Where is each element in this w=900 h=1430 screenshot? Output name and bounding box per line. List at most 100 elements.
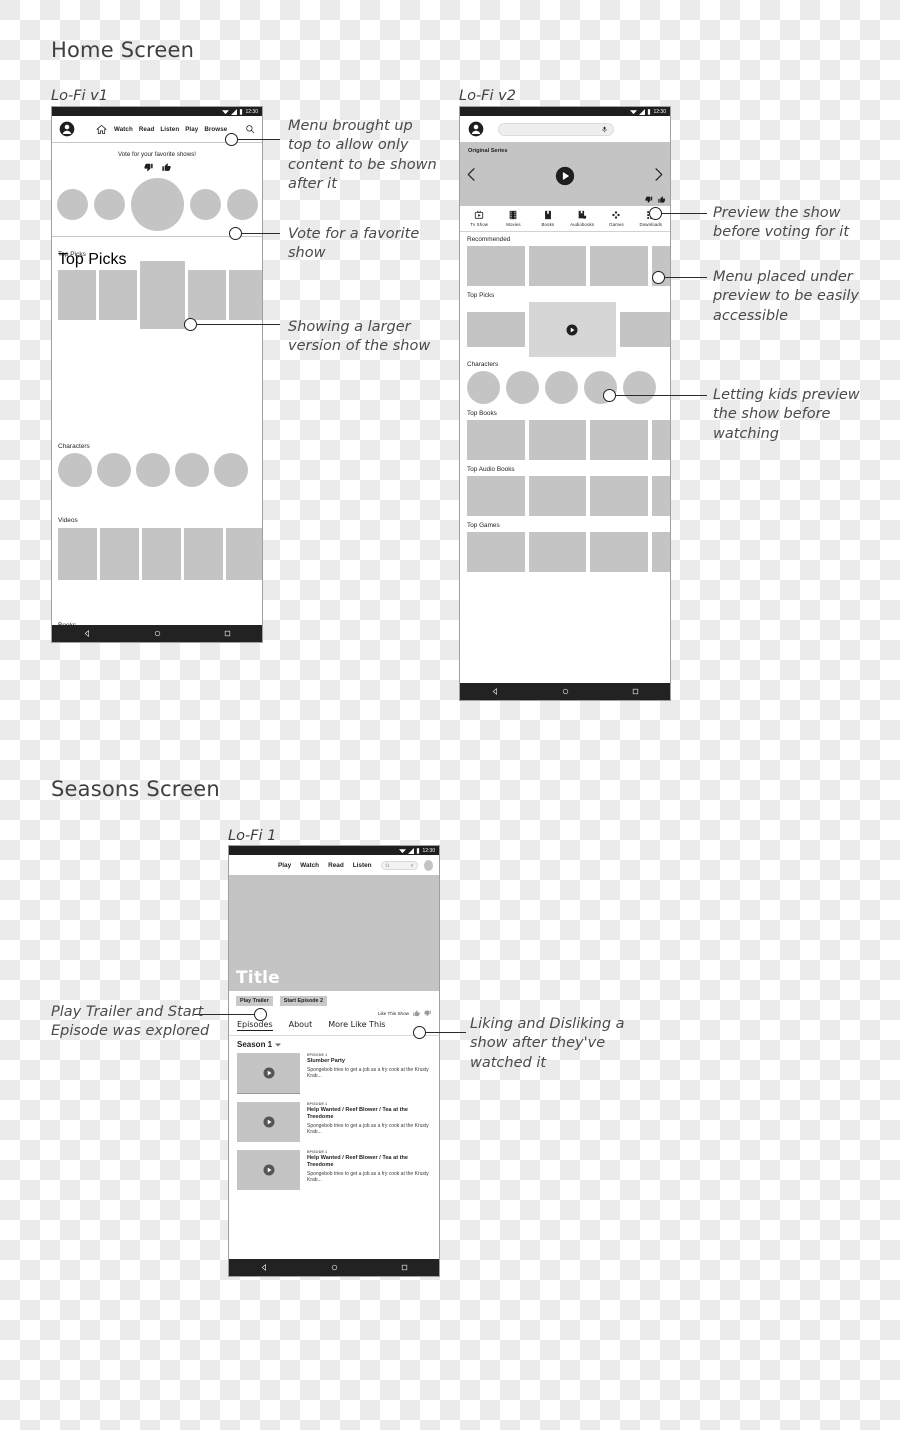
list-item[interactable]: EPISODE 1 Slumber Party Spongebob tries … (237, 1053, 433, 1094)
vote-show-circle[interactable] (189, 189, 221, 220)
content-card[interactable] (229, 270, 262, 320)
category-audiobooks[interactable]: Audiobooks (565, 210, 599, 227)
vote-show-circle-featured[interactable] (130, 178, 184, 231)
chevron-right-icon[interactable] (653, 168, 664, 181)
thumb-down-icon[interactable] (645, 196, 653, 204)
thumb-down-icon[interactable] (143, 163, 153, 172)
episode-thumbnail[interactable] (237, 1102, 300, 1142)
character-circle[interactable] (506, 371, 539, 404)
back-icon[interactable] (84, 630, 91, 637)
back-icon[interactable] (261, 1264, 268, 1271)
game-card[interactable] (651, 532, 670, 572)
microphone-icon[interactable] (601, 126, 608, 133)
vote-show-circle[interactable] (93, 189, 125, 220)
character-circle[interactable] (136, 453, 170, 487)
nav-link-read[interactable]: Read (139, 126, 155, 133)
recents-square-icon[interactable] (224, 630, 231, 637)
thumb-down-icon[interactable] (424, 1010, 431, 1017)
season-selector[interactable]: Season 1 (229, 1036, 439, 1049)
avatar-circle-icon[interactable] (423, 859, 433, 871)
content-card[interactable] (188, 270, 226, 320)
play-trailer-button[interactable]: Play Trailer (236, 996, 273, 1006)
category-movies[interactable]: Movies (496, 210, 530, 227)
search-icon[interactable] (245, 124, 255, 134)
search-input[interactable] (498, 122, 614, 136)
home-circle-icon[interactable] (331, 1264, 338, 1271)
content-card[interactable] (467, 312, 525, 347)
content-card-featured[interactable] (140, 261, 185, 329)
account-circle-icon[interactable] (59, 121, 75, 137)
nav-link-browse[interactable]: Browse (204, 126, 227, 133)
thumb-up-icon[interactable] (657, 195, 666, 204)
video-card[interactable] (184, 528, 223, 580)
thumb-up-icon[interactable] (161, 163, 171, 172)
content-card[interactable] (467, 246, 525, 286)
content-card-preview[interactable] (528, 302, 617, 357)
character-circle[interactable] (175, 453, 209, 487)
character-circle[interactable] (58, 453, 92, 487)
nav-link-read[interactable]: Read (328, 862, 344, 869)
microphone-icon[interactable] (410, 863, 414, 868)
category-tv-show[interactable]: Tv Show (462, 210, 496, 227)
search-input[interactable] (380, 860, 418, 870)
nav-link-watch[interactable]: Watch (300, 862, 319, 869)
nav-link-play[interactable]: Play (185, 126, 198, 133)
thumb-up-icon[interactable] (413, 1010, 420, 1017)
content-card[interactable] (58, 270, 96, 320)
book-card[interactable] (590, 420, 648, 460)
tab-more-like-this[interactable]: More Like This (328, 1020, 385, 1031)
start-episode-button[interactable]: Start Episode 2 (279, 996, 328, 1006)
nav-link-listen[interactable]: Listen (160, 126, 179, 133)
content-card[interactable] (99, 270, 137, 320)
list-item[interactable]: EPISODE 1 Help Wanted / Reef Blower / Te… (237, 1102, 433, 1142)
tab-about[interactable]: About (289, 1020, 313, 1031)
character-circle[interactable] (97, 453, 131, 487)
audiobook-card[interactable] (590, 476, 648, 516)
list-item[interactable]: EPISODE 1 Help Wanted / Reef Blower / Te… (237, 1150, 433, 1190)
character-circle[interactable] (467, 371, 500, 404)
home-circle-icon[interactable] (562, 688, 569, 695)
category-books[interactable]: Books (531, 210, 565, 227)
recents-square-icon[interactable] (632, 688, 639, 695)
book-card[interactable] (651, 420, 670, 460)
content-card[interactable] (528, 246, 587, 286)
game-card[interactable] (590, 532, 648, 572)
episode-number: EPISODE 1 (307, 1150, 328, 1154)
episode-thumbnail[interactable] (237, 1150, 300, 1190)
nav-link-play[interactable]: Play (278, 862, 291, 869)
home-icon[interactable] (96, 124, 107, 135)
vote-show-circle[interactable] (226, 189, 258, 220)
video-card[interactable] (226, 528, 262, 580)
episode-thumbnail[interactable] (237, 1053, 300, 1094)
content-card[interactable] (620, 312, 670, 347)
vote-show-circle[interactable] (56, 189, 88, 220)
home-circle-icon[interactable] (154, 630, 161, 637)
tab-episodes[interactable]: Episodes (237, 1020, 273, 1031)
play-circle-icon[interactable] (555, 166, 575, 186)
play-circle-icon[interactable] (263, 1116, 275, 1128)
play-circle-icon[interactable] (566, 324, 578, 336)
chevron-left-icon[interactable] (466, 168, 477, 181)
video-card[interactable] (58, 528, 97, 580)
game-card[interactable] (467, 532, 525, 572)
book-card[interactable] (467, 420, 525, 460)
content-card[interactable] (590, 246, 648, 286)
character-circle[interactable] (545, 371, 578, 404)
nav-link-listen[interactable]: Listen (353, 862, 372, 869)
character-circle[interactable] (214, 453, 248, 487)
character-circle[interactable] (623, 371, 656, 404)
account-circle-icon[interactable] (468, 121, 484, 137)
audiobook-card[interactable] (528, 476, 587, 516)
nav-link-watch[interactable]: Watch (114, 126, 133, 133)
play-circle-icon[interactable] (263, 1067, 275, 1079)
back-icon[interactable] (492, 688, 499, 695)
play-circle-icon[interactable] (263, 1164, 275, 1176)
video-card[interactable] (100, 528, 139, 580)
category-games[interactable]: Games (599, 210, 633, 227)
video-card[interactable] (142, 528, 181, 580)
game-card[interactable] (528, 532, 587, 572)
book-card[interactable] (528, 420, 587, 460)
audiobook-card[interactable] (651, 476, 670, 516)
recents-square-icon[interactable] (401, 1264, 408, 1271)
audiobook-card[interactable] (467, 476, 525, 516)
